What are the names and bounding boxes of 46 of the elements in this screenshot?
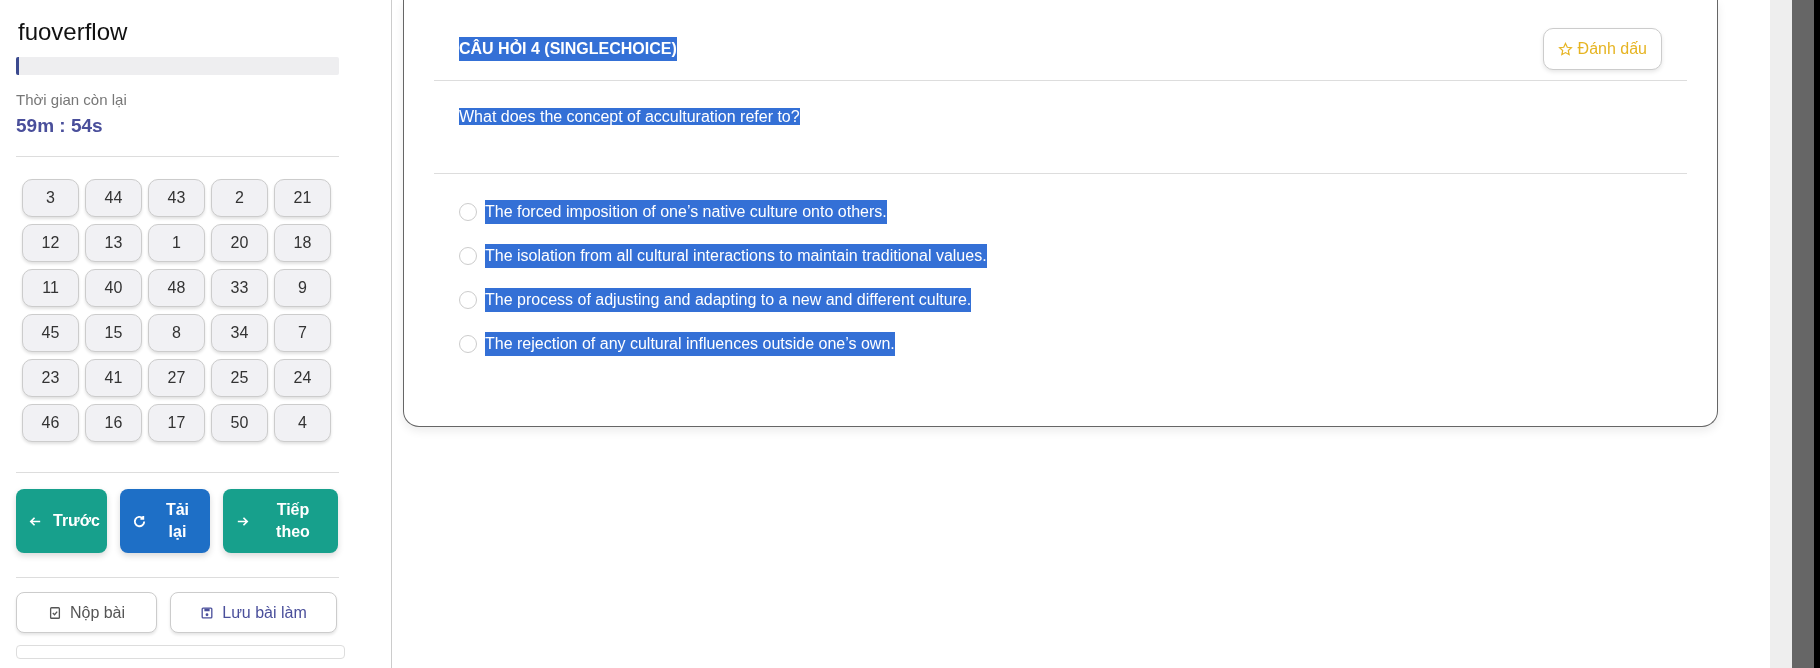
reload-button[interactable]: Tải lại [120,489,210,554]
question-number-button[interactable]: 9 [274,269,331,308]
question-number-button[interactable]: 2 [211,179,268,218]
refresh-icon [132,513,147,529]
question-title: CÂU HỎI 4 (SINGLECHOICE) [459,37,677,61]
question-number-button[interactable]: 21 [274,179,331,218]
question-number-button[interactable]: 1 [148,224,205,263]
question-number-button[interactable]: 25 [211,359,268,398]
timer-value: 59m : 54s [16,113,104,138]
question-number-button[interactable]: 43 [148,179,205,218]
question-number-button[interactable]: 11 [22,269,79,308]
question-number-button[interactable]: 4 [274,404,331,443]
question-number-button[interactable]: 46 [22,404,79,443]
question-number-button[interactable]: 12 [22,224,79,263]
question-number-button[interactable]: 27 [148,359,205,398]
option-text: The process of adjusting and adapting to a new and different culture. [485,288,972,312]
question-number-button[interactable]: 24 [274,359,331,398]
question-number-button[interactable]: 7 [274,314,331,353]
question-number-button[interactable]: 33 [211,269,268,308]
question-text: What does the concept of acculturation refer to? [459,108,800,125]
clipboard-check-icon [47,605,62,620]
question-number-button[interactable]: 8 [148,314,205,353]
question-number-button[interactable]: 18 [274,224,331,263]
site-title: fuoverflow [18,17,129,47]
question-number-button[interactable]: 34 [211,314,268,353]
save-button[interactable]: Lưu bài làm [170,592,337,634]
question-number-button[interactable]: 44 [85,179,142,218]
option-text: The isolation from all cultural interactions to maintain traditional values. [485,244,987,268]
option-text: The rejection of any cultural influences outside one’s own. [485,332,895,356]
question-number-button[interactable]: 50 [211,404,268,443]
question-number-button[interactable]: 41 [85,359,142,398]
question-number-button[interactable]: 17 [148,404,205,443]
question-number-button[interactable]: 16 [85,404,142,443]
question-number-button[interactable]: 48 [148,269,205,308]
question-number-button[interactable]: 23 [22,359,79,398]
star-icon [1557,41,1573,57]
question-number-button[interactable]: 15 [85,314,142,353]
scrollbar-thumb[interactable] [1792,0,1814,668]
question-number-button[interactable]: 20 [211,224,268,263]
submit-button[interactable]: Nộp bài [16,592,157,634]
timer-label: Thời gian còn lại [16,90,128,111]
question-number-button[interactable]: 45 [22,314,79,353]
option-text: The forced imposition of one’s native culture onto others. [485,200,887,224]
question-number-button[interactable]: 3 [22,179,79,218]
question-number-button[interactable]: 40 [85,269,142,308]
question-number-button[interactable]: 13 [85,224,142,263]
